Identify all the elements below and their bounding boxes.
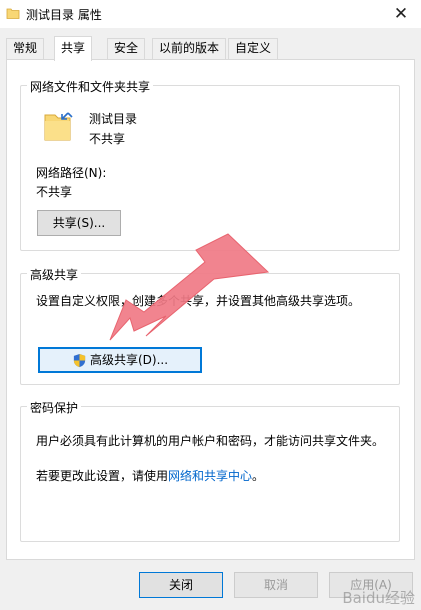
tab-general[interactable]: 常规 [6, 38, 45, 59]
uac-shield-icon [73, 353, 86, 367]
tab-bar: 常规 共享 安全 以前的版本 自定义 [6, 36, 416, 61]
network-sharing-group: 网络文件和文件夹共享 测试目录 不共享 网络路径(N): 不共享 共享(S)..… [20, 78, 400, 251]
folder-icon [6, 8, 20, 19]
password-protection-legend: 密码保护 [27, 399, 82, 416]
close-button[interactable]: 关闭 [139, 572, 223, 598]
cancel-button[interactable]: 取消 [234, 572, 318, 598]
password-protection-change-line: 若要更改此设置，请使用网络和共享中心。 [36, 467, 264, 484]
tab-previous-versions[interactable]: 以前的版本 [152, 38, 227, 59]
network-sharing-center-link[interactable]: 网络和共享中心 [168, 469, 252, 483]
window-title: 测试目录 属性 [26, 8, 102, 22]
watermark: Baidu经验 [342, 589, 415, 607]
advanced-sharing-description: 设置自定义权限，创建多个共享，并设置其他高级共享选项。 [36, 294, 361, 308]
tab-customize[interactable]: 自定义 [228, 38, 279, 59]
shared-folder-icon [44, 112, 73, 141]
change-setting-prefix: 若要更改此设置，请使用 [36, 469, 169, 483]
tab-security[interactable]: 安全 [107, 38, 146, 59]
tab-sharing[interactable]: 共享 [54, 36, 93, 61]
password-protection-group: 密码保护 用户必须具有此计算机的用户帐户和密码，才能访问共享文件夹。 若要更改此… [20, 399, 400, 542]
change-setting-suffix: 。 [252, 469, 265, 483]
advanced-sharing-button-label: 高级共享(D)... [89, 353, 169, 367]
folder-share-status: 不共享 [89, 132, 126, 146]
advanced-sharing-group: 高级共享 设置自定义权限，创建多个共享，并设置其他高级共享选项。 高级共享(D)… [20, 266, 400, 385]
share-button[interactable]: 共享(S)... [37, 210, 121, 236]
close-window-button[interactable]: ✕ [381, 0, 421, 28]
network-path-value: 不共享 [36, 185, 73, 199]
password-protection-description: 用户必须具有此计算机的用户帐户和密码，才能访问共享文件夹。 [36, 434, 385, 448]
network-path-label: 网络路径(N): [36, 166, 107, 180]
advanced-sharing-legend: 高级共享 [27, 266, 82, 283]
network-sharing-legend: 网络文件和文件夹共享 [27, 78, 154, 95]
advanced-sharing-button[interactable]: 高级共享(D)... [38, 347, 202, 373]
folder-name: 测试目录 [89, 112, 138, 126]
sharing-tab-page: 网络文件和文件夹共享 测试目录 不共享 网络路径(N): 不共享 共享(S)..… [6, 59, 415, 560]
close-icon: ✕ [393, 4, 409, 24]
title-bar: 测试目录 属性 ✕ [0, 0, 421, 28]
